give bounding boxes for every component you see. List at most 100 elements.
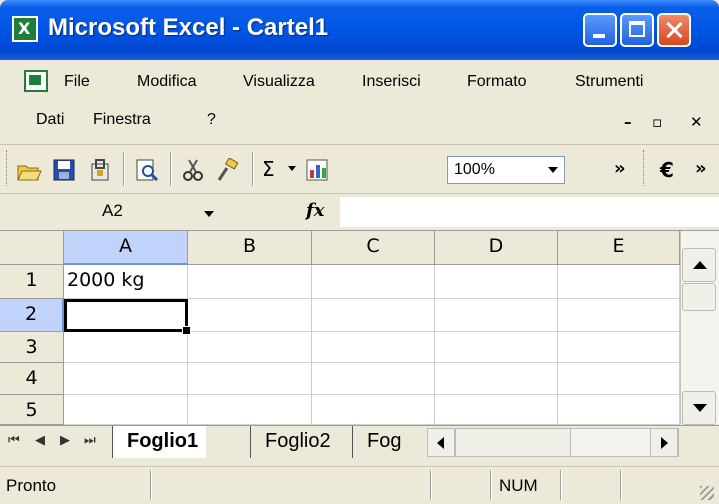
menu-finestra[interactable]: Finestra (93, 111, 151, 129)
prev-sheet-icon[interactable]: ◀ (35, 433, 45, 448)
select-all-corner[interactable] (0, 231, 64, 265)
name-box-value: A2 (102, 201, 123, 220)
menu-strumenti[interactable]: Strumenti (575, 73, 643, 91)
status-divider (490, 470, 492, 500)
status-divider (620, 470, 622, 500)
menu-help[interactable]: ? (207, 111, 216, 129)
cell-a3[interactable] (64, 332, 188, 363)
next-sheet-icon[interactable]: ▶ (60, 433, 70, 448)
permission-icon[interactable] (87, 158, 113, 182)
cell-e3[interactable] (558, 332, 680, 363)
close-button[interactable] (657, 13, 691, 47)
doc-restore-icon[interactable]: ▫ (652, 113, 662, 131)
cell-e2[interactable] (558, 299, 680, 332)
scroll-up-button[interactable] (682, 248, 716, 282)
cell-d4[interactable] (435, 363, 558, 395)
arrow-left-icon (437, 437, 444, 449)
cell-c3[interactable] (312, 332, 435, 363)
scroll-down-button[interactable] (682, 391, 716, 425)
insert-function-icon[interactable]: fx (306, 200, 324, 221)
cell-b4[interactable] (188, 363, 312, 395)
tab-foglio3[interactable]: Fog (352, 426, 401, 458)
cell-a4[interactable] (64, 363, 188, 395)
menu-visualizza[interactable]: Visualizza (243, 73, 315, 91)
menu-modifica[interactable]: Modifica (137, 73, 197, 91)
autosum-icon[interactable]: Σ (262, 157, 275, 181)
menu-file[interactable]: File (64, 73, 90, 91)
autosum-dropdown-icon[interactable] (288, 166, 296, 171)
menu-formato[interactable]: Formato (467, 73, 527, 91)
name-box-dropdown-icon[interactable] (204, 211, 214, 217)
row-header-4[interactable]: 4 (0, 363, 64, 395)
tab-foglio1[interactable]: Foglio1 (112, 426, 207, 458)
zoom-select[interactable]: 100% (447, 156, 565, 184)
zoom-value: 100% (454, 161, 495, 178)
status-bar (0, 466, 719, 504)
column-header-a[interactable]: A (64, 231, 188, 265)
workbook-icon[interactable] (24, 70, 48, 92)
format-painter-icon[interactable] (215, 158, 241, 182)
status-divider (560, 470, 562, 500)
euro-icon[interactable]: € (660, 158, 674, 182)
window-title: Microsoft Excel - Cartel1 (48, 14, 329, 41)
cell-e5[interactable] (558, 395, 680, 425)
toolbar-options-icon[interactable]: » (695, 158, 707, 179)
column-header-b[interactable]: B (188, 231, 312, 265)
cell-c5[interactable] (312, 395, 435, 425)
cell-d2[interactable] (435, 299, 558, 332)
cell-e4[interactable] (558, 363, 680, 395)
scroll-right-button[interactable] (650, 428, 678, 457)
arrow-down-icon (693, 404, 707, 412)
doc-minimize-icon[interactable]: – (624, 113, 632, 131)
vertical-scroll-thumb[interactable] (682, 283, 716, 311)
cell-d5[interactable] (435, 395, 558, 425)
column-header-c[interactable]: C (312, 231, 435, 265)
cell-d1[interactable] (435, 265, 558, 299)
cell-a1[interactable]: 2000 kg (64, 265, 188, 299)
open-icon[interactable] (16, 158, 42, 182)
cell-a5[interactable] (64, 395, 188, 425)
cell-b5[interactable] (188, 395, 312, 425)
column-header-e[interactable]: E (558, 231, 680, 265)
fill-handle[interactable] (182, 326, 191, 335)
cell-e1[interactable] (558, 265, 680, 299)
resize-grip-icon[interactable] (700, 486, 714, 500)
maximize-button[interactable] (620, 13, 654, 47)
minimize-button[interactable] (583, 13, 617, 47)
toolbar-separator (123, 152, 125, 186)
excel-app-icon[interactable] (12, 16, 38, 42)
cell-b1[interactable] (188, 265, 312, 299)
chart-wizard-icon[interactable] (305, 158, 331, 182)
cell-b3[interactable] (188, 332, 312, 363)
row-header-5[interactable]: 5 (0, 395, 64, 425)
cut-icon[interactable] (180, 158, 206, 182)
cell-c2[interactable] (312, 299, 435, 332)
cell-c4[interactable] (312, 363, 435, 395)
cell-c1[interactable] (312, 265, 435, 299)
status-text: Pronto (6, 476, 57, 495)
cell-d3[interactable] (435, 332, 558, 363)
name-box[interactable]: A2 (0, 197, 233, 227)
menu-inserisci[interactable]: Inserisci (362, 73, 421, 91)
column-header-d[interactable]: D (435, 231, 558, 265)
zoom-dropdown-icon[interactable] (548, 167, 558, 173)
tab-foglio2[interactable]: Foglio2 (250, 426, 331, 458)
last-sheet-icon[interactable]: ⏭ (84, 433, 96, 448)
doc-close-icon[interactable]: ✕ (690, 113, 703, 131)
save-icon[interactable] (51, 158, 77, 182)
scroll-left-button[interactable] (427, 428, 455, 457)
arrow-right-icon (661, 437, 668, 449)
horizontal-scroll-thumb[interactable] (455, 428, 571, 457)
row-header-3[interactable]: 3 (0, 332, 64, 363)
formula-input[interactable] (340, 197, 719, 227)
toolbar-grip[interactable] (6, 150, 10, 186)
row-header-2[interactable]: 2 (0, 299, 64, 332)
toolbar-options-icon[interactable]: » (614, 158, 626, 179)
first-sheet-icon[interactable]: ⏮ (8, 433, 20, 448)
cell-b2[interactable] (188, 299, 312, 332)
menu-dati[interactable]: Dati (36, 111, 64, 129)
print-preview-icon[interactable] (134, 158, 160, 182)
toolbar-separator (252, 152, 254, 186)
toolbar-grip[interactable] (643, 150, 647, 186)
row-header-1[interactable]: 1 (0, 265, 64, 299)
